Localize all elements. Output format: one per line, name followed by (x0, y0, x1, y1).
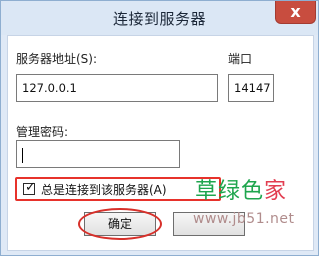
dialog-content: 服务器地址(S): 127.0.0.1 端口 14147 管理密码: ✓ 总是连… (7, 35, 314, 251)
port-input[interactable]: 14147 (228, 74, 274, 102)
text-caret (22, 148, 23, 163)
always-connect-option[interactable]: ✓ 总是连接到该服务器(A) (15, 177, 221, 201)
always-connect-checkbox[interactable]: ✓ (23, 180, 36, 195)
server-address-input[interactable]: 127.0.0.1 (16, 74, 218, 102)
admin-password-input[interactable] (16, 140, 180, 168)
checkmark-icon: ✓ (25, 180, 36, 195)
window-title: 连接到服务器 (112, 10, 206, 28)
close-button[interactable]: x (275, 1, 316, 24)
ok-button-highlight (78, 208, 162, 240)
cancel-button[interactable] (173, 212, 245, 236)
connect-to-server-dialog: 连接到服务器 x 服务器地址(S): 127.0.0.1 端口 14147 管理… (0, 0, 319, 256)
close-icon: x (290, 2, 301, 21)
server-address-label: 服务器地址(S): (16, 52, 98, 66)
admin-password-label: 管理密码: (16, 125, 69, 139)
title-bar: 连接到服务器 x (1, 1, 318, 35)
always-connect-label: 总是连接到该服务器(A) (41, 183, 167, 197)
port-label: 端口 (228, 52, 253, 66)
